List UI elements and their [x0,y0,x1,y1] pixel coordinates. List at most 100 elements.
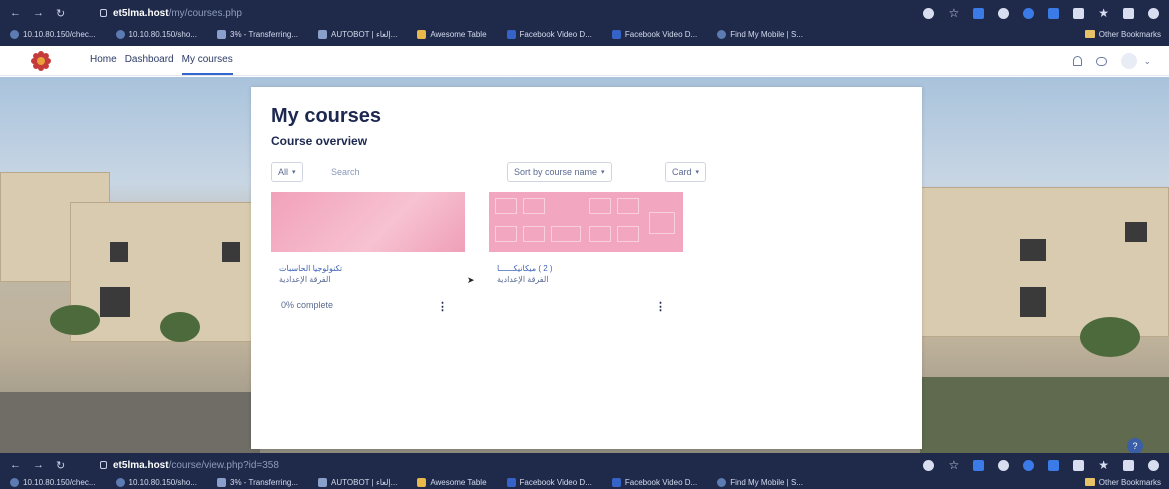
view-dropdown[interactable]: Card ▾ [665,162,707,182]
nav-home[interactable]: Home [90,46,117,75]
help-icon[interactable]: ? [1127,438,1143,454]
bookmark[interactable]: Awesome Table [407,29,496,39]
url-path: /my/courses.php [168,7,242,19]
lock-icon [100,9,107,17]
back-icon[interactable]: ← [10,459,21,471]
chevron-down-icon: ▾ [292,169,296,176]
bookmark[interactable]: 10.10.80.150/chec... [0,29,106,39]
facebook-icon [506,477,516,487]
section-title: Course overview [271,134,368,148]
bookmark[interactable]: AUTOBOT | إلغاء... [308,477,407,487]
facebook-icon [506,29,516,39]
bookmark[interactable]: 10.10.80.150/chec... [0,477,106,487]
globe-icon [10,29,19,39]
bell-icon[interactable] [1073,56,1083,66]
bookmark[interactable]: Find My Mobile | S... [707,29,813,39]
bookmark[interactable]: Facebook Video D... [602,29,707,39]
address-bar[interactable]: et5lma.host/my/courses.php [100,8,242,19]
url-row: ← → ↻ et5lma.host/course/view.php?id=358… [0,455,1169,475]
bookmarks-bar: 10.10.80.150/chec... 10.10.80.150/sho...… [0,25,1169,43]
address-bar[interactable]: et5lma.host/course/view.php?id=358 [100,460,279,471]
mouse-cursor-icon: ➤ [467,275,475,285]
bookmark[interactable]: Facebook Video D... [497,29,602,39]
bookmark[interactable]: Facebook Video D... [497,477,602,487]
other-bookmarks[interactable]: Other Bookmarks [1084,30,1161,39]
course-progress: 0% complete [281,300,334,310]
nav-controls: ← → ↻ [0,7,100,20]
nav-dashboard[interactable]: Dashboard [125,46,174,75]
sort-dropdown[interactable]: Sort by course name ▾ [507,162,612,182]
mobile-icon [717,477,727,487]
extension-icon[interactable] [1048,459,1060,471]
sidebar-icon[interactable] [1123,7,1134,19]
other-bookmarks[interactable]: Other Bookmarks [1084,478,1161,487]
extension-icon[interactable] [973,459,985,471]
star-icon[interactable]: ☆ [948,459,959,471]
course-name[interactable]: ( 2 ) ميكانيكــــــا [489,264,683,273]
reload-icon[interactable]: ↻ [56,7,65,20]
url-path: /course/view.php?id=358 [168,459,279,471]
puzzle-icon[interactable]: ★ [1098,7,1109,19]
course-name[interactable]: تكنولوجيا الحاسبات [271,264,465,273]
search-input[interactable]: Search [331,167,360,177]
extension-icon[interactable] [1073,459,1085,471]
table-icon [417,477,427,487]
page-icon [217,477,226,487]
bookmark[interactable]: 3% - Transferring... [207,477,308,487]
facebook-icon [611,29,621,39]
extension-icon[interactable] [1048,7,1060,19]
puzzle-icon[interactable]: ★ [1098,459,1109,471]
site-navbar: Home Dashboard My courses ⌄ [0,46,1169,76]
course-image[interactable] [271,192,465,252]
extension-icon[interactable] [1073,7,1085,19]
page-icon [217,29,226,39]
nav-my-courses[interactable]: My courses [181,46,233,75]
bookmark[interactable]: 3% - Transferring... [207,29,308,39]
bookmark[interactable]: Facebook Video D... [602,477,707,487]
bookmark[interactable]: Awesome Table [407,477,496,487]
star-icon[interactable]: ☆ [948,7,959,19]
lock-icon [100,461,107,469]
course-card[interactable]: تكنولوجيا الحاسبات الفرقة الإعدادية [271,192,465,284]
course-card[interactable]: ( 2 ) ميكانيكــــــا الفرقة الإعدادية [489,192,683,284]
bookmark[interactable]: 10.10.80.150/sho... [106,29,208,39]
bookmark[interactable]: 10.10.80.150/sho... [106,477,208,487]
user-area: ⌄ [1073,46,1151,76]
page-title: My courses [271,105,382,127]
more-options-icon[interactable]: ⋮ [437,300,448,313]
browser-toolbar-bottom: ← → ↻ et5lma.host/course/view.php?id=358… [0,453,1169,489]
extension-icon[interactable] [1023,7,1035,19]
sidebar-icon[interactable] [1123,459,1134,471]
url-host: et5lma.host [113,459,169,471]
chat-icon[interactable] [1096,56,1108,66]
filter-all-dropdown[interactable]: All ▾ [271,162,303,182]
site-logo-icon[interactable] [30,50,52,72]
back-icon[interactable]: ← [10,7,21,19]
globe-icon [115,29,125,39]
nav-controls: ← → ↻ [0,459,100,472]
url-row: ← → ↻ et5lma.host/my/courses.php ☆ ★ [0,3,1169,23]
bookmark[interactable]: AUTOBOT | إلغاء... [308,29,407,39]
extension-icon[interactable] [973,7,985,19]
chevron-down-icon: ▾ [601,169,605,176]
share-icon[interactable] [923,459,935,471]
profile-icon[interactable] [1148,7,1159,19]
bookmark[interactable]: Find My Mobile | S... [707,477,813,487]
share-icon[interactable] [923,7,935,19]
course-category: الفرقة الإعدادية [497,275,549,284]
forward-icon[interactable]: → [33,7,44,19]
facebook-icon [611,477,621,487]
course-image[interactable] [489,192,683,252]
extension-icon[interactable] [998,459,1010,471]
user-menu[interactable]: ⌄ [1121,53,1151,69]
reload-icon[interactable]: ↻ [56,459,65,472]
extension-icon[interactable] [1023,459,1035,471]
primary-nav: Home Dashboard My courses [90,46,233,75]
forward-icon[interactable]: → [33,459,44,471]
extension-icon[interactable] [998,7,1010,19]
profile-icon[interactable] [1148,459,1159,471]
page-icon [318,29,328,39]
avatar [1121,53,1138,69]
browser-toolbar-top: ← → ↻ et5lma.host/my/courses.php ☆ ★ 10.… [0,0,1169,46]
more-options-icon[interactable]: ⋮ [655,300,666,313]
